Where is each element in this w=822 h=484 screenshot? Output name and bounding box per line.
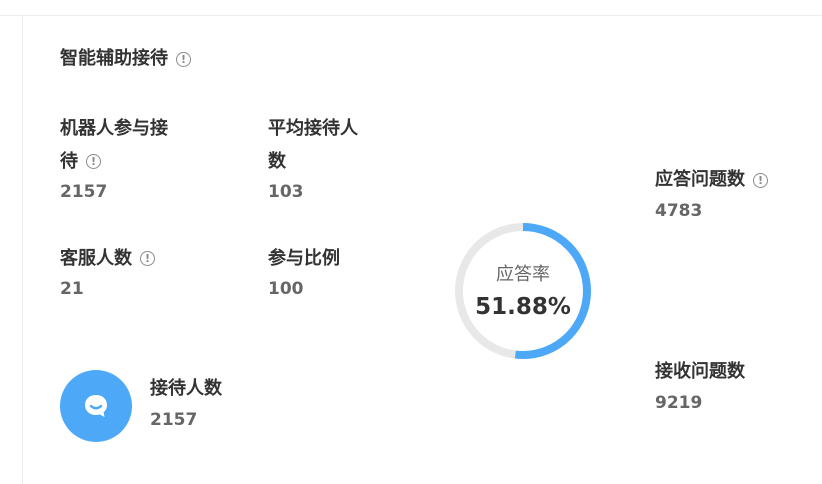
reception-summary: 接待人数 2157 (60, 370, 222, 442)
stat-value: 100 (268, 279, 304, 299)
reception-value: 2157 (150, 410, 198, 430)
stat-value: 21 (60, 279, 84, 299)
answer-rate-value: 51.88% (475, 294, 571, 320)
header-divider (0, 15, 822, 16)
stat-avg-reception: 平均接待人 数 103 (268, 112, 388, 204)
answer-rate-label: 应答率 (496, 264, 550, 285)
stat-value: 2157 (60, 182, 108, 202)
stat-robot-reception: 机器人参与接 待 ! 2157 (60, 112, 210, 204)
stat-label-cont: 数 (268, 151, 286, 172)
stat-answered-questions: 应答问题数 ! 4783 (655, 167, 768, 223)
stat-participation-ratio: 参与比例 100 (268, 242, 340, 301)
panel-border (22, 15, 23, 484)
stat-label: 机器人参与接 (60, 118, 168, 139)
stat-received-questions: 接收问题数 9219 (655, 359, 745, 415)
info-icon[interactable]: ! (140, 251, 155, 266)
info-icon[interactable]: ! (176, 51, 191, 67)
card-header: 智能辅助接待 ! (60, 46, 191, 72)
stat-label: 平均接待人 (268, 118, 358, 139)
stat-value: 4783 (655, 201, 703, 221)
chat-bubble-icon (60, 370, 132, 442)
info-icon[interactable]: ! (753, 172, 768, 188)
stat-label-cont: 待 (60, 151, 78, 172)
stat-label: 接收问题数 (655, 361, 745, 382)
stat-value: 9219 (655, 393, 703, 413)
stat-cs-count: 客服人数 ! 21 (60, 242, 155, 301)
stat-label: 应答问题数 (655, 169, 745, 190)
card-title: 智能辅助接待 (60, 48, 168, 69)
stat-label: 参与比例 (268, 248, 340, 269)
stat-value: 103 (268, 182, 304, 202)
stat-label: 客服人数 (60, 248, 132, 269)
reception-label: 接待人数 (150, 378, 222, 399)
answer-rate-ring: 应答率 51.88% (452, 220, 594, 362)
info-icon[interactable]: ! (86, 154, 101, 169)
